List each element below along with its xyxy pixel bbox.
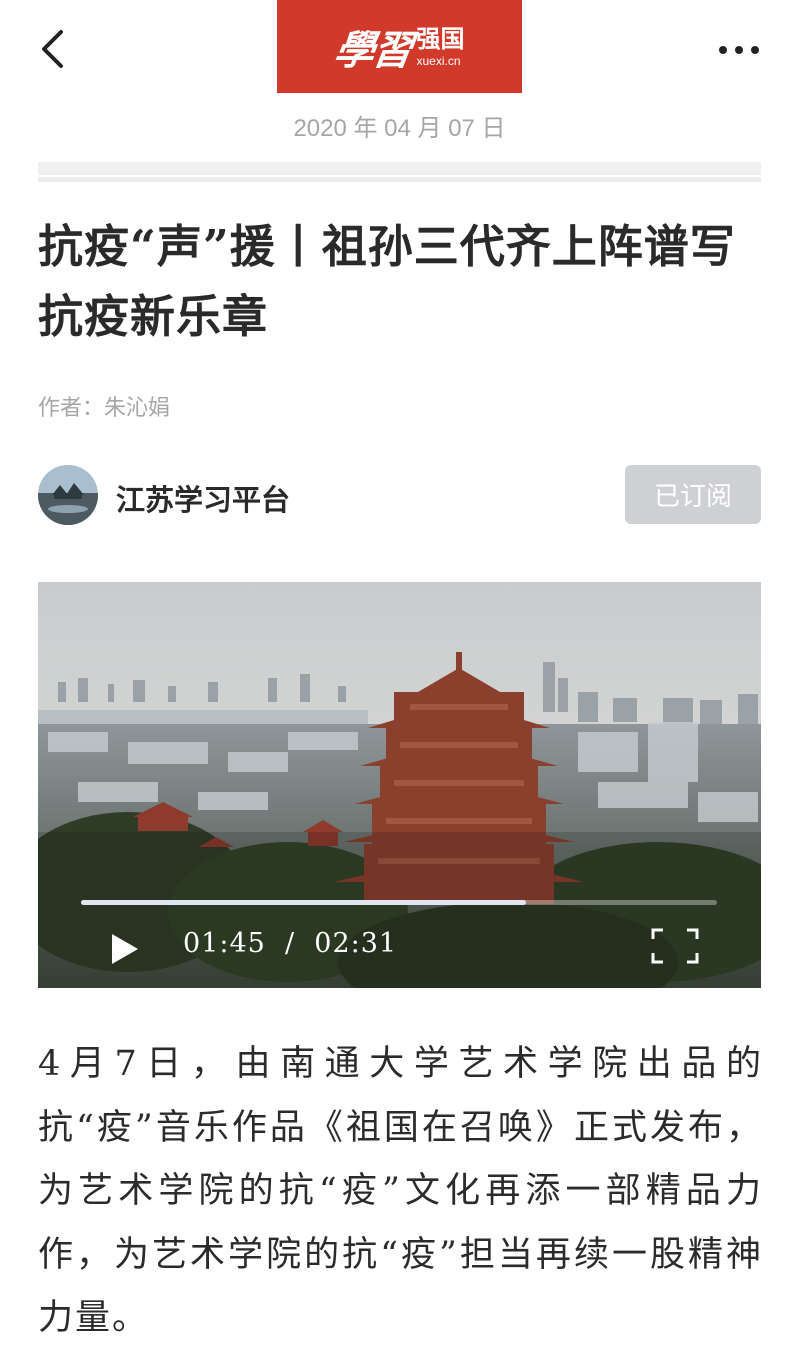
more-horizontal-icon	[719, 46, 759, 54]
back-button[interactable]	[30, 24, 74, 74]
channel-row: 江苏学习平台 已订阅	[38, 465, 761, 525]
subscribe-button[interactable]: 已订阅	[625, 465, 761, 524]
play-button[interactable]	[110, 932, 140, 966]
video-progress-bar[interactable]	[81, 900, 717, 905]
chevron-left-icon	[42, 30, 63, 68]
channel-avatar[interactable]	[38, 465, 98, 525]
video-current-time: 01:45	[183, 928, 266, 959]
video-progress-fill	[81, 900, 527, 905]
video-time: 01:45 / 02:31	[183, 928, 397, 959]
xuexi-logo: 學習 强国 xuexi.cn	[277, 0, 522, 93]
publish-date: 2020 年 04 月 07 日	[293, 115, 506, 142]
channel-name[interactable]: 江苏学习平台	[116, 477, 290, 519]
fullscreen-button[interactable]	[651, 928, 699, 964]
more-button[interactable]	[713, 30, 765, 70]
header-divider	[38, 162, 761, 182]
video-duration: 02:31	[314, 928, 398, 959]
article-title: 抗疫“声”援丨祖孙三代齐上阵谱写抗疫新乐章	[38, 220, 736, 343]
video-time-separator: /	[284, 928, 296, 959]
video-player[interactable]: 01:45 / 02:31	[38, 582, 761, 988]
play-icon	[112, 934, 138, 964]
article-author: 作者：朱沁娟	[38, 396, 171, 421]
logo-domain: xuexi.cn	[416, 53, 461, 68]
article-body: 4月7日，由南通大学艺术学院出品的抗“疫”音乐作品《祖国在召唤》正式发布，为艺术…	[38, 1044, 763, 1338]
logo-name: 强国	[416, 24, 465, 53]
fullscreen-icon	[651, 928, 699, 964]
logo-script: 學習	[330, 26, 414, 74]
